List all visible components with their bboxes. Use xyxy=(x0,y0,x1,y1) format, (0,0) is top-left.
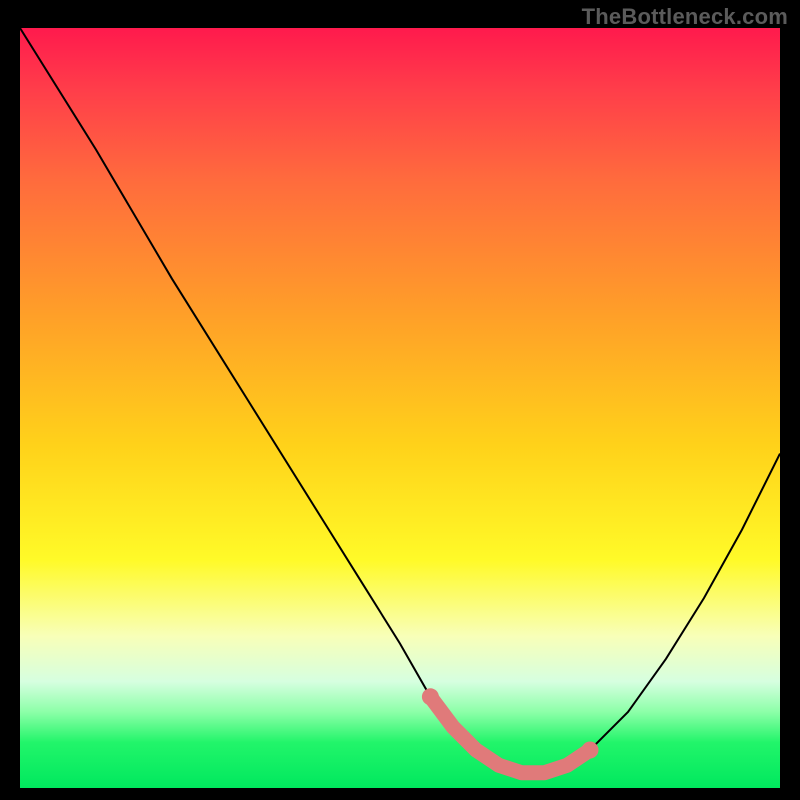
watermark-label: TheBottleneck.com xyxy=(582,4,788,30)
plot-area xyxy=(20,28,780,788)
highlight-path xyxy=(430,697,590,773)
bottleneck-curve-path xyxy=(20,28,780,773)
chart-frame: TheBottleneck.com xyxy=(0,0,800,800)
chart-svg xyxy=(20,28,780,788)
